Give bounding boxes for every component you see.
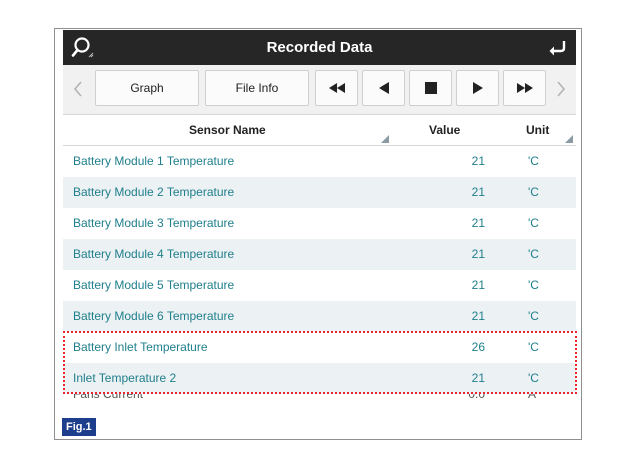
- graph-button[interactable]: Graph: [95, 70, 199, 106]
- table-row[interactable]: Battery Module 6 Temperature 21 'C: [63, 301, 576, 332]
- sort-corner-icon: [381, 135, 389, 143]
- table-row[interactable]: Battery Module 1 Temperature 21 'C: [63, 146, 576, 177]
- table-row[interactable]: Fans Current 0.0 A: [63, 394, 576, 402]
- sensor-name: Battery Module 3 Temperature: [73, 216, 235, 230]
- sensor-value: 21: [471, 216, 485, 230]
- playback-toolbar: Graph File Info: [63, 65, 576, 115]
- fast-rewind-button[interactable]: [315, 70, 358, 106]
- column-header-unit[interactable]: Unit: [526, 115, 549, 145]
- table-row[interactable]: Battery Module 2 Temperature 21 'C: [63, 177, 576, 208]
- sensor-unit: A: [528, 394, 537, 401]
- fast-forward-button[interactable]: [503, 70, 546, 106]
- row-content: Fans Current 0.0 A: [63, 394, 576, 402]
- page-title: Recorded Data: [266, 39, 373, 56]
- sensor-name: Battery Module 4 Temperature: [73, 247, 235, 261]
- sensor-name: Battery Module 5 Temperature: [73, 278, 235, 292]
- sensor-value: 21: [471, 185, 485, 199]
- sensor-name: Fans Current: [73, 394, 144, 401]
- sort-corner-icon: [565, 135, 573, 143]
- chevron-left-icon[interactable]: [69, 77, 87, 101]
- sensor-value: 21: [471, 278, 485, 292]
- fast-forward-icon: [516, 83, 533, 93]
- highlight-box: [63, 331, 577, 394]
- figure-label: Fig.1: [62, 418, 96, 436]
- fast-rewind-icon: [328, 83, 345, 93]
- sensor-unit: 'C: [528, 154, 539, 168]
- play-icon: [472, 82, 483, 94]
- table-header: Sensor Name Value Unit: [63, 115, 576, 146]
- sensor-unit: 'C: [528, 247, 539, 261]
- row-clip: Fans Current 0.0 A: [63, 394, 576, 402]
- file-info-button[interactable]: File Info: [205, 70, 309, 106]
- sensor-value: 21: [471, 154, 485, 168]
- title-bar: Recorded Data: [63, 30, 576, 65]
- sensor-value: 0.0: [468, 394, 485, 401]
- sensor-value: 21: [471, 247, 485, 261]
- table-row[interactable]: Battery Module 5 Temperature 21 'C: [63, 270, 576, 301]
- column-header-sensor-name[interactable]: Sensor Name: [189, 115, 266, 145]
- sensor-unit: 'C: [528, 216, 539, 230]
- column-header-value[interactable]: Value: [429, 115, 460, 145]
- play-button[interactable]: [456, 70, 499, 106]
- step-back-icon: [378, 82, 389, 94]
- sensor-unit: 'C: [528, 278, 539, 292]
- sensor-name: Battery Module 1 Temperature: [73, 154, 235, 168]
- stop-button[interactable]: [409, 70, 452, 106]
- stop-icon: [424, 82, 437, 94]
- sensor-unit: 'C: [528, 309, 539, 323]
- table-row[interactable]: Battery Module 3 Temperature 21 'C: [63, 208, 576, 239]
- chevron-right-icon[interactable]: [552, 77, 570, 101]
- sensor-unit: 'C: [528, 185, 539, 199]
- table-row[interactable]: Battery Module 4 Temperature 21 'C: [63, 239, 576, 270]
- sensor-name: Battery Module 6 Temperature: [73, 309, 235, 323]
- back-arrow-icon[interactable]: [546, 37, 568, 59]
- sensor-value: 21: [471, 309, 485, 323]
- sensor-name: Battery Module 2 Temperature: [73, 185, 235, 199]
- step-back-button[interactable]: [362, 70, 405, 106]
